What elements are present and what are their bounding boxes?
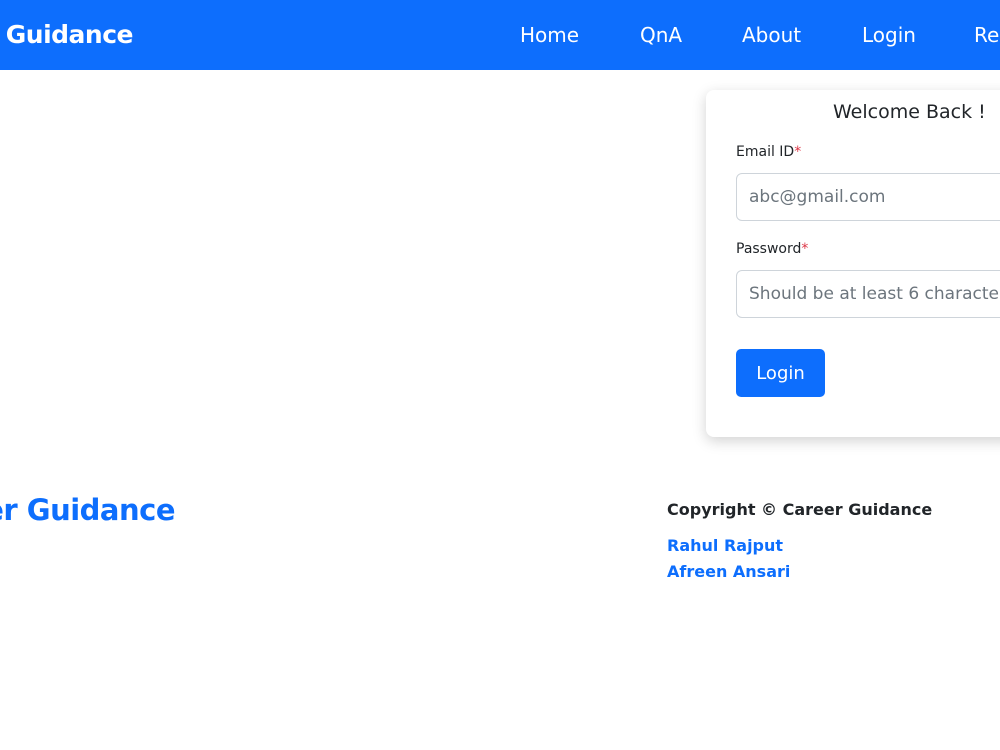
login-card: Welcome Back ! Email ID* Password* Login [706,90,1000,437]
footer-author-link[interactable]: Rahul Rajput [667,536,783,556]
navbar: Career Guidance Home QnA About Login Reg… [0,0,1000,70]
footer-brand: Career Guidance [0,493,175,527]
nav-link-login[interactable]: Login [862,22,916,48]
footer-author-link[interactable]: Afreen Ansari [667,562,790,582]
email-required-mark: * [794,144,802,160]
password-required-mark: * [801,241,809,257]
email-label-text: Email ID [736,144,795,160]
password-input[interactable] [736,270,1000,318]
email-label: Email ID* [736,143,801,161]
nav-link-about[interactable]: About [742,22,801,48]
nav-link-home[interactable]: Home [520,22,579,48]
password-label-text: Password [736,241,802,257]
nav-link-qna[interactable]: QnA [640,22,682,48]
footer-copyright: Copyright © Career Guidance [667,500,933,519]
page: Career Guidance Home QnA About Login Reg… [0,0,1000,750]
navbar-brand[interactable]: Career Guidance [0,18,134,52]
email-input[interactable] [736,173,1000,221]
password-label: Password* [736,240,808,258]
login-card-title: Welcome Back ! [833,101,986,123]
nav-link-register[interactable]: Register [974,22,1000,48]
login-button[interactable]: Login [736,349,825,397]
